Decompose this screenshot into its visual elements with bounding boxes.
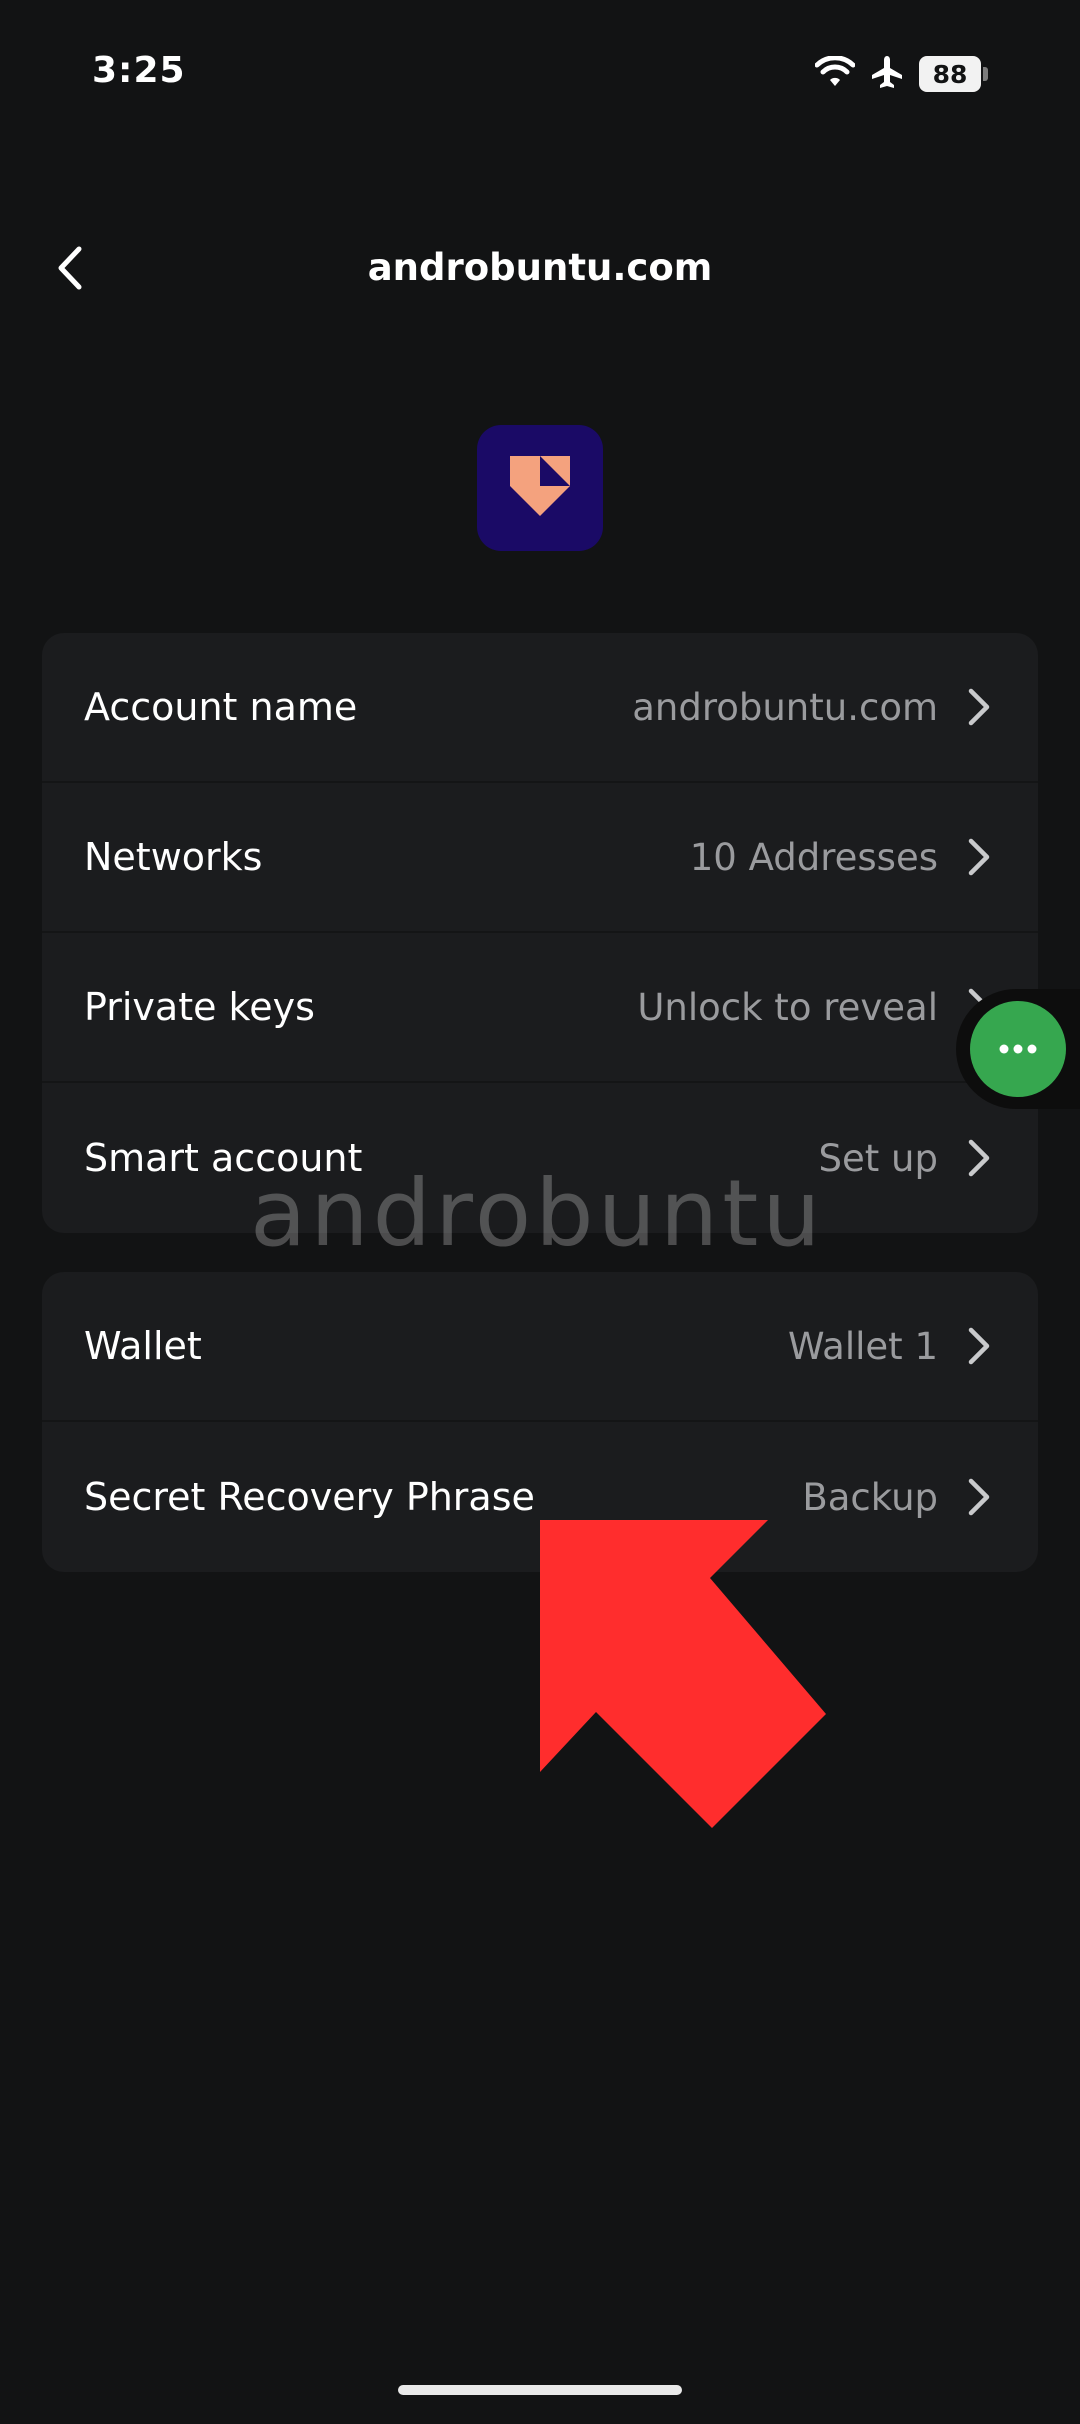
row-right: Set up: [819, 1137, 994, 1180]
row-value: Backup: [802, 1475, 938, 1519]
wallet-settings-card: Wallet Wallet 1 Secret Recovery Phrase B…: [42, 1272, 1038, 1572]
status-time: 3:25: [92, 50, 186, 91]
row-account-name[interactable]: Account name androbuntu.com: [42, 633, 1038, 783]
row-value: Set up: [818, 1136, 938, 1180]
floating-button-container: [956, 989, 1080, 1109]
battery-cap: [983, 67, 988, 81]
chevron-right-icon: [964, 837, 994, 877]
account-avatar: [477, 425, 603, 551]
row-label: Private keys: [84, 985, 315, 1029]
home-indicator[interactable]: [398, 2385, 682, 2395]
annotation-arrow: [500, 1520, 860, 1900]
airplane-icon: [869, 54, 905, 94]
account-logo-icon: [508, 454, 572, 522]
row-right: Unlock to reveal: [637, 986, 994, 1029]
header: androbuntu.com: [0, 220, 1080, 320]
row-wallet[interactable]: Wallet Wallet 1: [42, 1272, 1038, 1422]
more-dots-icon: [998, 1040, 1038, 1059]
row-secret-recovery-phrase[interactable]: Secret Recovery Phrase Backup: [42, 1422, 1038, 1572]
row-value: Unlock to reveal: [637, 985, 938, 1029]
status-icons: 88: [814, 54, 988, 94]
chevron-right-icon: [964, 1477, 994, 1517]
row-right: 10 Addresses: [690, 836, 994, 879]
row-label: Networks: [84, 835, 263, 879]
row-right: Backup: [802, 1476, 994, 1519]
row-private-keys[interactable]: Private keys Unlock to reveal: [42, 933, 1038, 1083]
status-bar: 3:25 88: [0, 0, 1080, 150]
row-label: Secret Recovery Phrase: [84, 1475, 535, 1519]
floating-more-button[interactable]: [970, 1001, 1066, 1097]
chevron-right-icon: [964, 687, 994, 727]
chevron-right-icon: [964, 1138, 994, 1178]
row-value: Wallet 1: [787, 1324, 938, 1368]
row-right: androbuntu.com: [632, 686, 994, 729]
row-value: androbuntu.com: [632, 685, 938, 729]
wifi-icon: [814, 55, 856, 92]
page-title: androbuntu.com: [367, 246, 713, 289]
row-value: 10 Addresses: [689, 835, 938, 879]
battery-icon: 88: [919, 56, 988, 92]
row-label: Account name: [84, 685, 358, 729]
battery-level: 88: [919, 56, 981, 92]
row-networks[interactable]: Networks 10 Addresses: [42, 783, 1038, 933]
account-settings-card: Account name androbuntu.com Networks 10 …: [42, 633, 1038, 1233]
row-smart-account[interactable]: Smart account Set up: [42, 1083, 1038, 1233]
row-label: Wallet: [84, 1324, 202, 1368]
row-right: Wallet 1: [788, 1325, 994, 1368]
row-label: Smart account: [84, 1136, 363, 1180]
chevron-right-icon: [964, 1326, 994, 1366]
